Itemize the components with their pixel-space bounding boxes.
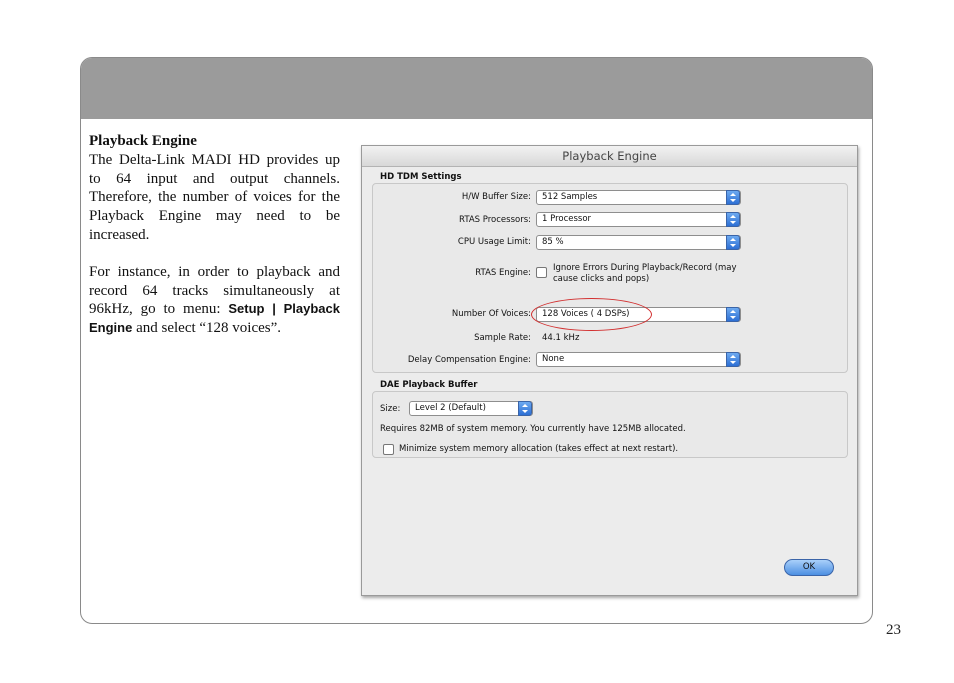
text-column: Playback Engine The Delta-Link MADI HD p… — [89, 132, 340, 338]
popup-arrows-icon — [726, 235, 740, 250]
page-number: 23 — [886, 622, 901, 638]
popup-arrows-icon — [518, 401, 532, 416]
size-select[interactable]: Level 2 (Default) — [409, 401, 533, 416]
hw-buffer-value: 512 Samples — [542, 192, 598, 202]
rtas-processors-select[interactable]: 1 Processor — [536, 212, 741, 227]
hd-tdm-group-label: HD TDM Settings — [380, 172, 462, 182]
popup-arrows-icon — [726, 352, 740, 367]
rtas-engine-label: RTAS Engine: — [475, 268, 531, 278]
delay-comp-value: None — [542, 354, 565, 364]
paragraph-1: The Delta-Link MADI HD provides up to 64… — [89, 151, 340, 243]
rtas-processors-value: 1 Processor — [542, 214, 592, 224]
hw-buffer-label: H/W Buffer Size: — [461, 192, 531, 202]
popup-arrows-icon — [726, 190, 740, 205]
cpu-limit-select[interactable]: 85 % — [536, 235, 741, 250]
ignore-errors-line-2: cause clicks and pops) — [553, 274, 650, 284]
delay-comp-label: Delay Compensation Engine: — [407, 355, 531, 365]
playback-engine-dialog: Playback Engine HD TDM Settings H/W Buff… — [361, 145, 858, 596]
dialog-title: Playback Engine — [362, 146, 857, 167]
cpu-limit-label: CPU Usage Limit: — [457, 237, 531, 247]
cpu-limit-value: 85 % — [542, 237, 564, 247]
popup-arrows-icon — [726, 307, 740, 322]
section-title: Playback Engine — [89, 133, 197, 149]
memory-note: Requires 82MB of system memory. You curr… — [380, 424, 686, 434]
ignore-errors-text: Ignore Errors During Playback/Record (ma… — [553, 263, 737, 285]
paragraph-2-end: and select “128 voices”. — [132, 320, 282, 337]
delay-comp-select[interactable]: None — [536, 352, 741, 367]
popup-arrows-icon — [726, 212, 740, 227]
ignore-errors-checkbox[interactable] — [536, 267, 547, 278]
rtas-processors-label: RTAS Processors: — [459, 215, 531, 225]
size-label: Size: — [380, 404, 401, 414]
hw-buffer-select[interactable]: 512 Samples — [536, 190, 741, 205]
header-band — [81, 58, 872, 119]
voices-highlight-ellipse — [531, 298, 652, 331]
sample-rate-label: Sample Rate: — [474, 333, 531, 343]
ignore-errors-line-1: Ignore Errors During Playback/Record (ma… — [553, 263, 737, 273]
minimize-memory-checkbox[interactable] — [383, 444, 394, 455]
minimize-memory-label: Minimize system memory allocation (takes… — [399, 444, 679, 454]
sample-rate-value: 44.1 kHz — [542, 333, 580, 343]
ok-button[interactable]: OK — [784, 559, 834, 576]
dae-group-label: DAE Playback Buffer — [380, 380, 478, 390]
paragraph-2: For instance, in order to playback and r… — [89, 263, 340, 338]
size-value: Level 2 (Default) — [415, 403, 486, 413]
voices-label: Number Of Voices: — [451, 309, 531, 319]
